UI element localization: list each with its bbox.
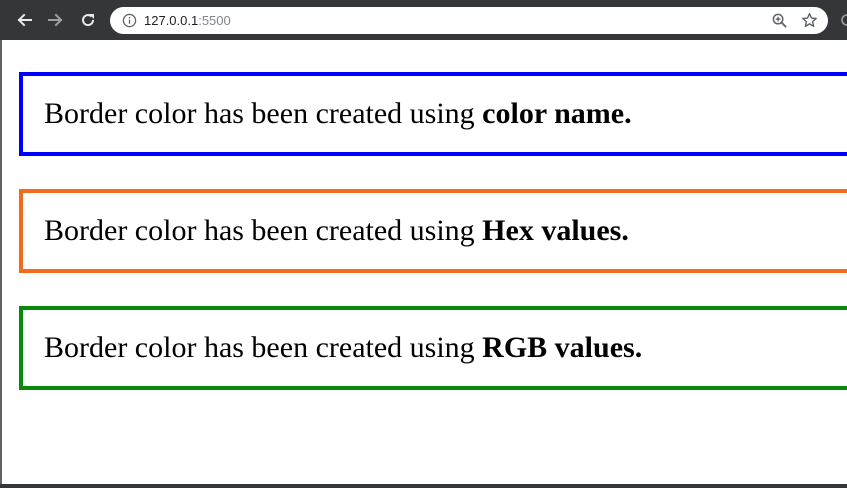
box-text: Border color has been created using	[44, 331, 483, 364]
partial-icon	[841, 14, 847, 26]
arrow-left-icon	[17, 13, 32, 27]
zoom-icon[interactable]	[771, 12, 788, 29]
url-host: 127.0.0.1	[144, 13, 199, 28]
arrow-right-icon	[48, 13, 63, 27]
reload-icon	[82, 14, 95, 27]
page-viewport: Border color has been created using colo…	[0, 40, 847, 484]
border-box-color-name: Border color has been created using colo…	[19, 72, 847, 156]
reload-button[interactable]	[77, 9, 99, 31]
bottom-bar	[0, 484, 847, 488]
box-text: Border color has been created using	[44, 97, 483, 130]
browser-window: 127.0.0.1:5500 Border color has been cre…	[0, 0, 847, 488]
menu-edge	[840, 12, 847, 28]
info-icon[interactable]	[122, 13, 137, 28]
url-text[interactable]: 127.0.0.1:5500	[144, 12, 231, 29]
forward-button[interactable]	[45, 9, 67, 31]
back-button[interactable]	[13, 9, 35, 31]
address-bar[interactable]: 127.0.0.1:5500	[110, 7, 828, 34]
browser-toolbar: 127.0.0.1:5500	[0, 0, 847, 40]
box-bold-text: RGB values.	[482, 331, 643, 364]
star-icon[interactable]	[801, 12, 818, 29]
url-port: :5500	[198, 13, 231, 28]
border-box-hex: Border color has been created using Hex …	[19, 189, 847, 273]
box-text: Border color has been created using	[44, 214, 483, 247]
border-box-rgb: Border color has been created using RGB …	[19, 306, 847, 390]
box-bold-text: color name.	[482, 97, 632, 130]
box-bold-text: Hex values.	[482, 214, 629, 247]
